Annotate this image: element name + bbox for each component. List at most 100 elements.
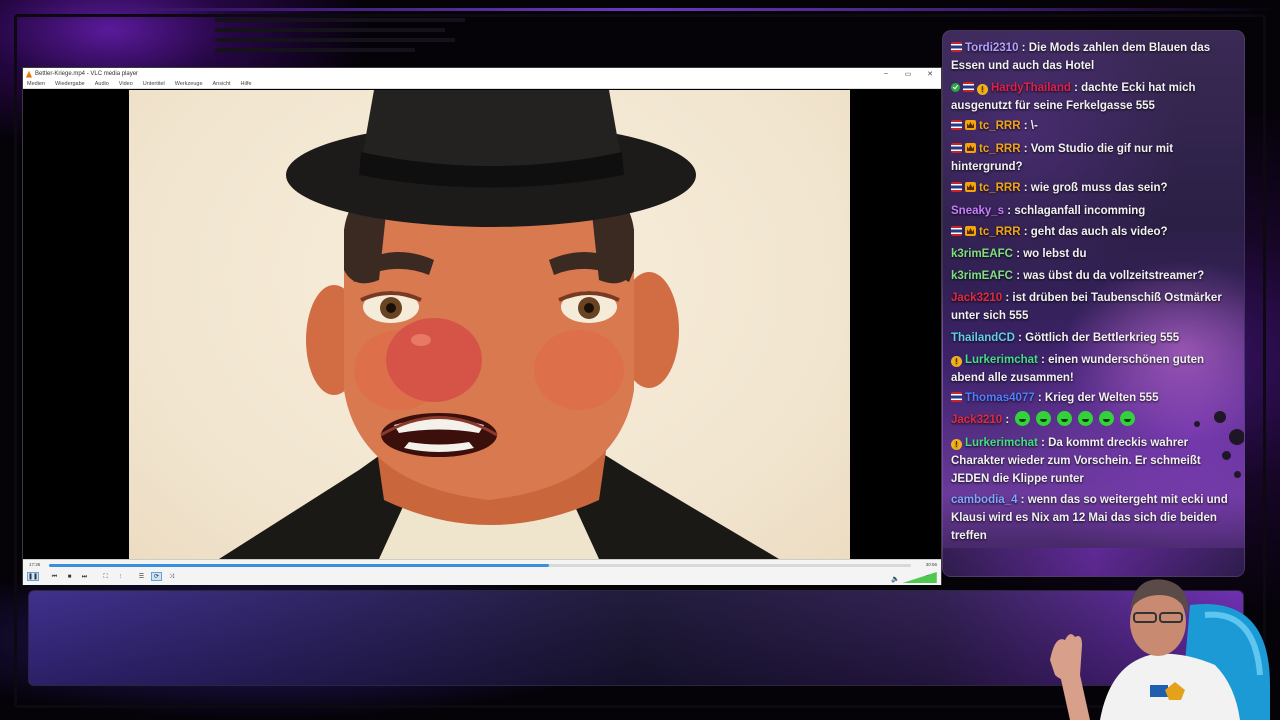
minimize-button[interactable]: – (875, 70, 897, 78)
menu-video[interactable]: Video (119, 81, 133, 87)
chat-text: \- (1030, 120, 1038, 132)
fullscreen-icon[interactable]: ⛶ (100, 572, 111, 581)
chat-message: Thomas4077 : Krieg der Welten 555 (951, 389, 1236, 407)
bits-badge-icon: ! (951, 439, 962, 450)
time-elapsed: 17:36 (29, 562, 41, 567)
volume-label: 100% (918, 572, 929, 577)
chat-message: k3rimEAFC : wo lebst du (951, 248, 1087, 260)
chat-username[interactable]: tc_RRR (979, 226, 1021, 238)
chat-text: schlaganfall incomming (1014, 205, 1146, 217)
flag-badge-icon (951, 392, 962, 402)
menu-werkzeuge[interactable]: Werkzeuge (175, 81, 203, 87)
menu-ansicht[interactable]: Ansicht (213, 81, 231, 87)
webcam-streamer (1030, 565, 1280, 720)
chat-username[interactable]: ThailandCD (951, 332, 1015, 344)
flag-badge-icon (951, 182, 962, 192)
window-title: Bettler-Kriege.mp4 - VLC media player (35, 71, 139, 77)
chat-message: Jack3210 : (951, 411, 1236, 429)
next-icon[interactable]: ⏭ (79, 572, 90, 581)
extended-settings-icon[interactable]: ⫶ (115, 572, 126, 581)
menu-untertitel[interactable]: Untertitel (143, 81, 165, 87)
crown-badge-icon (965, 120, 976, 130)
chat-username[interactable]: Jack3210 (951, 292, 1002, 304)
chat-text: Göttlich der Bettlerkrieg 555 (1025, 332, 1180, 344)
chat-message: Sneaky_s : schlaganfall incomming (951, 205, 1146, 217)
green-emote-icon (1099, 411, 1115, 426)
flag-badge-icon (951, 143, 962, 153)
chat-message: tc_RRR : \- (951, 117, 1236, 135)
bits-badge-icon: ! (951, 356, 962, 367)
check-badge-icon (951, 83, 960, 92)
green-emote-icon (1036, 411, 1052, 426)
chat-message: tc_RRR : wie groß muss das sein? (951, 179, 1236, 197)
previous-icon[interactable]: ⏮ (49, 572, 60, 581)
chat-username[interactable]: Jack3210 (951, 414, 1002, 426)
green-emote-icon (1015, 411, 1031, 426)
chat-panel: Tordi2310 : Die Mods zahlen dem Blauen d… (942, 30, 1245, 577)
chat-message: ! Lurkerimchat : Da kommt dreckis wahrer … (951, 437, 1201, 485)
crown-badge-icon (965, 143, 976, 153)
chat-username[interactable]: Sneaky_s (951, 205, 1004, 217)
vlc-controls: 17:36 30:56 ❚❚ ⏮ ■ ⏭ ⛶ ⫶ ☰ ⟳ ⤨ 🔈 100% (23, 559, 941, 585)
menu-medien[interactable]: Medien (27, 81, 45, 87)
chat-username[interactable]: k3rimEAFC (951, 248, 1013, 260)
menu-audio[interactable]: Audio (95, 81, 109, 87)
chat-message: cambodia_4 : wenn das so weitergeht mit … (951, 494, 1228, 542)
volume-control[interactable]: 🔈 100% (891, 570, 937, 583)
chat-username[interactable]: tc_RRR (979, 143, 1021, 155)
maximize-button[interactable]: ▭ (897, 70, 919, 78)
flag-badge-icon (951, 120, 962, 130)
video-area[interactable] (23, 90, 941, 559)
vlc-menubar: Medien Wiedergabe Audio Video Untertitel… (23, 80, 941, 89)
bits-badge-icon: ! (977, 84, 988, 95)
chat-username[interactable]: HardyThailand (991, 82, 1071, 94)
chat-message: Tordi2310 : Die Mods zahlen dem Blauen d… (951, 42, 1211, 72)
seek-bar-fill (49, 564, 549, 567)
vlc-titlebar[interactable]: Bettler-Kriege.mp4 - VLC media player – … (23, 68, 941, 80)
chat-message: ! HardyThailand : dachte Ecki hat mich au… (951, 82, 1196, 112)
chat-message: ! Lurkerimchat : einen wunderschönen gute… (951, 354, 1204, 384)
playlist-icon[interactable]: ☰ (136, 572, 147, 581)
random-icon[interactable]: ⤨ (166, 572, 177, 581)
crown-badge-icon (965, 226, 976, 236)
vlc-cone-icon (26, 70, 32, 78)
flag-badge-icon (963, 82, 974, 92)
chat-text: wie groß muss das sein? (1030, 182, 1168, 194)
chat-text: was übst du da vollzeitstreamer? (1023, 270, 1205, 282)
speaker-icon[interactable]: 🔈 (891, 575, 900, 583)
chat-username[interactable]: Lurkerimchat (965, 354, 1038, 366)
green-emote-icon (1120, 411, 1136, 426)
time-total: 30:56 (925, 562, 937, 567)
chat-username[interactable]: Tordi2310 (965, 42, 1018, 54)
chat-message: ThailandCD : Göttlich der Bettlerkrieg 5… (951, 332, 1180, 344)
chat-text: Krieg der Welten 555 (1044, 392, 1159, 404)
chat-username[interactable]: k3rimEAFC (951, 270, 1013, 282)
chat-username[interactable]: tc_RRR (979, 120, 1021, 132)
flag-badge-icon (951, 226, 962, 236)
chat-message: tc_RRR : Vom Studio die gif nur mit hint… (951, 143, 1174, 173)
chat-message: Jack3210 : ist drüben bei Taubenschiß Os… (951, 292, 1222, 322)
chat-message: tc_RRR : geht das auch als video? (951, 223, 1236, 241)
green-emote-icon (1078, 411, 1094, 426)
chat-username[interactable]: cambodia_4 (951, 494, 1017, 506)
video-frame-cartoon-man (129, 90, 850, 559)
menu-wiedergabe[interactable]: Wiedergabe (55, 81, 85, 87)
chat-text: geht das auch als video? (1030, 226, 1168, 238)
seek-bar[interactable] (49, 564, 911, 567)
chat-message: k3rimEAFC : was übst du da vollzeitstrea… (951, 270, 1205, 282)
chat-username[interactable]: Lurkerimchat (965, 437, 1038, 449)
volume-slider[interactable]: 100% (902, 572, 937, 583)
pause-button[interactable]: ❚❚ (27, 572, 39, 581)
chat-username[interactable]: tc_RRR (979, 182, 1021, 194)
close-button[interactable]: ✕ (919, 70, 941, 78)
top-decoration-line (0, 8, 1280, 11)
chat-text: wo lebst du (1023, 248, 1087, 260)
loop-icon[interactable]: ⟳ (151, 572, 162, 581)
flag-badge-icon (951, 42, 962, 52)
stop-icon[interactable]: ■ (64, 572, 75, 581)
green-emote-icon (1057, 411, 1073, 426)
chat-username[interactable]: Thomas4077 (965, 392, 1035, 404)
volume-fill (902, 572, 937, 583)
menu-hilfe[interactable]: Hilfe (241, 81, 252, 87)
vlc-window: Bettler-Kriege.mp4 - VLC media player – … (22, 67, 942, 585)
